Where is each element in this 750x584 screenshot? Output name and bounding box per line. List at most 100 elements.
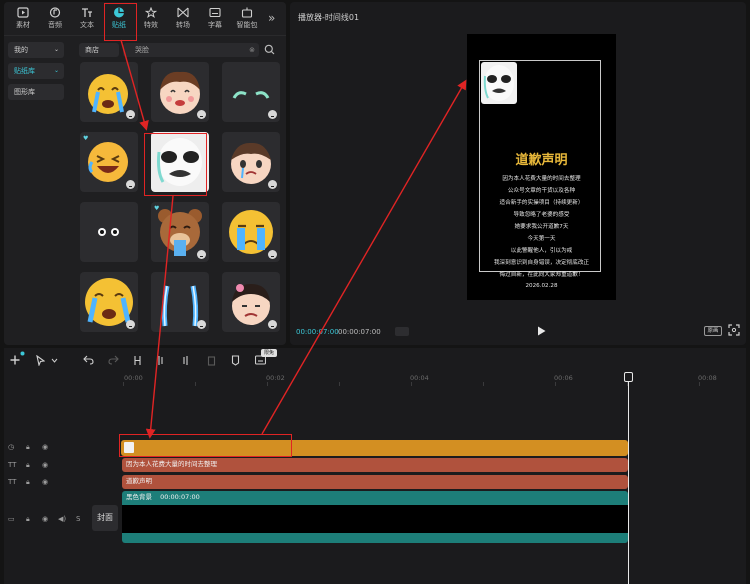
sticker-tile-crying-yellow-emoji[interactable]	[80, 62, 138, 122]
store-button[interactable]: 商店	[79, 43, 119, 57]
playhead-line[interactable]	[628, 376, 629, 584]
sticker-tile-sad-boy-emoji[interactable]	[222, 132, 280, 192]
clock-icon[interactable]: ◷	[8, 443, 14, 451]
tool-audio[interactable]: 音频	[40, 5, 70, 35]
player-title: 播放器-时间线01	[298, 13, 360, 22]
apology-line: 我深刻意识到自身错误，决定彻底改正	[493, 260, 590, 266]
split-left-icon[interactable]	[156, 355, 165, 366]
current-timecode: 00:00:07:00	[296, 328, 339, 336]
download-icon[interactable]	[268, 250, 277, 259]
select-cursor-icon[interactable]	[36, 355, 45, 366]
player-panel: 播放器-时间线01 道歉声明 因为本人花费大量的时间去整理 公众号文章的干货以及…	[290, 2, 746, 345]
eye-icon[interactable]: ◉	[42, 461, 48, 469]
sticker-tile-tear-streams-sticker[interactable]	[151, 272, 209, 332]
search-input[interactable]: 哭脸 ⊗	[123, 43, 259, 57]
lock-icon[interactable]: 🔒︎	[26, 515, 30, 524]
apology-line: 今天第一天	[527, 236, 556, 242]
tool-transition[interactable]: 转场	[168, 5, 198, 35]
eye-icon[interactable]: ◉	[42, 515, 48, 523]
tool-smart-package[interactable]: 智能包	[232, 5, 262, 35]
canvas-panda-sticker[interactable]	[481, 62, 517, 104]
play-icon[interactable]	[537, 326, 546, 336]
mark-icon[interactable]	[231, 355, 240, 366]
sidebar-item-shape-library[interactable]: 图形库	[8, 84, 64, 100]
total-timecode: 00:00:07:00	[338, 328, 381, 336]
download-icon[interactable]	[268, 110, 277, 119]
redo-icon[interactable]	[108, 355, 119, 365]
sticker-tile-laughing-crying-emoji[interactable]: ♥	[80, 132, 138, 192]
download-icon[interactable]	[126, 320, 135, 329]
video-clip-frames	[122, 505, 628, 533]
annotation-box-sticker-tab	[104, 3, 137, 41]
tool-text[interactable]: 文本	[72, 5, 102, 35]
text-track-icon: TT	[8, 461, 17, 469]
toolbar-more-button[interactable]: »	[268, 11, 275, 25]
download-icon[interactable]	[197, 320, 206, 329]
ratio-button[interactable]: 原画	[704, 326, 722, 336]
download-icon[interactable]	[126, 110, 135, 119]
cover-button[interactable]: 封面	[92, 505, 118, 531]
ruler-tick	[267, 382, 268, 386]
eye-icon[interactable]: ◉	[42, 443, 48, 451]
sidebar-item-mine[interactable]: 我的 ⌄	[8, 42, 64, 58]
download-icon[interactable]	[197, 250, 206, 259]
video-track-icon: ▭	[8, 515, 15, 523]
preview-canvas[interactable]: 道歉声明 因为本人花费大量的时间去整理 公众号文章的干货以及各种 适合新手的实操…	[467, 34, 616, 300]
split-right-icon[interactable]	[181, 355, 190, 366]
search-query: 哭脸	[135, 46, 149, 54]
apology-line: 她要求我公开道歉7天	[514, 224, 569, 230]
delete-icon[interactable]	[207, 355, 216, 366]
video-clip-label-row: 黑色背景 00:00:07:00	[122, 491, 628, 505]
sticker-tile-crying-doll-sticker[interactable]	[222, 272, 280, 332]
chevron-down-icon[interactable]	[51, 358, 58, 363]
video-clip-black-background[interactable]: 黑色背景 00:00:07:00	[122, 491, 628, 543]
tool-effects[interactable]: 特效	[136, 5, 166, 35]
text-clip-title[interactable]: 道歉声明	[122, 475, 628, 489]
sticker-tile-sobbing-yellow-emoji[interactable]	[222, 202, 280, 262]
split-icon[interactable]	[133, 355, 142, 366]
download-icon[interactable]	[126, 180, 135, 189]
download-icon[interactable]	[268, 320, 277, 329]
black-eyes-sticker-image	[98, 228, 119, 236]
apology-line: 适合新手的实操项目（持续更新）	[499, 200, 584, 206]
lock-icon[interactable]: 🔒︎	[26, 478, 30, 487]
playhead-handle[interactable]	[624, 372, 633, 382]
clear-icon[interactable]: ⊗	[249, 43, 255, 57]
sticker-tile-wailing-yellow-emoji[interactable]	[80, 272, 138, 332]
sidebar-item-sticker-library[interactable]: 贴纸库 ⌄	[8, 63, 64, 79]
asset-toolbar: 素材 音频 文本 贴纸 特效 转场 字幕 智能包 »	[4, 2, 286, 36]
ruler-tick	[411, 382, 412, 386]
ruler-tick	[699, 382, 700, 386]
capcut-editor-window: 素材 音频 文本 贴纸 特效 转场 字幕 智能包 » 我的 ⌄ 贴纸库 ⌄ 图形…	[0, 0, 750, 584]
transition-icon	[177, 7, 189, 18]
sticker-search-row: 商店 哭脸 ⊗	[79, 43, 279, 57]
tool-media[interactable]: 素材	[8, 5, 38, 35]
text-clip-body[interactable]: 因为本人花费大量的时间去整理	[122, 458, 628, 472]
eye-icon[interactable]: ◉	[42, 478, 48, 486]
solo-icon[interactable]: S	[76, 515, 80, 523]
subtitle-icon	[209, 7, 221, 18]
media-icon	[17, 7, 29, 18]
video-clip-duration: 00:00:07:00	[160, 493, 200, 501]
download-icon[interactable]	[197, 110, 206, 119]
mute-icon[interactable]: ◀)	[58, 515, 66, 523]
sticker-tile-crying-bear-sticker[interactable]: ♥	[151, 202, 209, 262]
timecode-toggle[interactable]	[395, 327, 409, 336]
undo-icon[interactable]	[83, 355, 94, 365]
lock-icon[interactable]: 🔒︎	[26, 443, 30, 452]
lock-icon[interactable]: 🔒︎	[26, 461, 30, 470]
ruler-tick	[483, 382, 484, 386]
fullscreen-icon[interactable]	[728, 324, 740, 336]
tool-subtitle[interactable]: 字幕	[200, 5, 230, 35]
timeline-toolbar: 限免	[4, 348, 746, 374]
sticker-tile-crying-girl-emoji[interactable]	[151, 62, 209, 122]
sticker-tile-teal-tears-sticker[interactable]	[222, 62, 280, 122]
search-icon[interactable]	[264, 44, 275, 55]
sticker-tile-black-eyes-sticker[interactable]	[80, 202, 138, 262]
ruler-tick	[195, 382, 196, 386]
tool-effects-label: 特效	[144, 21, 158, 29]
add-track-icon[interactable]	[10, 355, 20, 365]
sidebar-item-label: 贴纸库	[14, 67, 35, 75]
download-icon[interactable]	[268, 180, 277, 189]
apology-line: 悔过自新，在此向大家郑重道歉！	[499, 272, 584, 278]
